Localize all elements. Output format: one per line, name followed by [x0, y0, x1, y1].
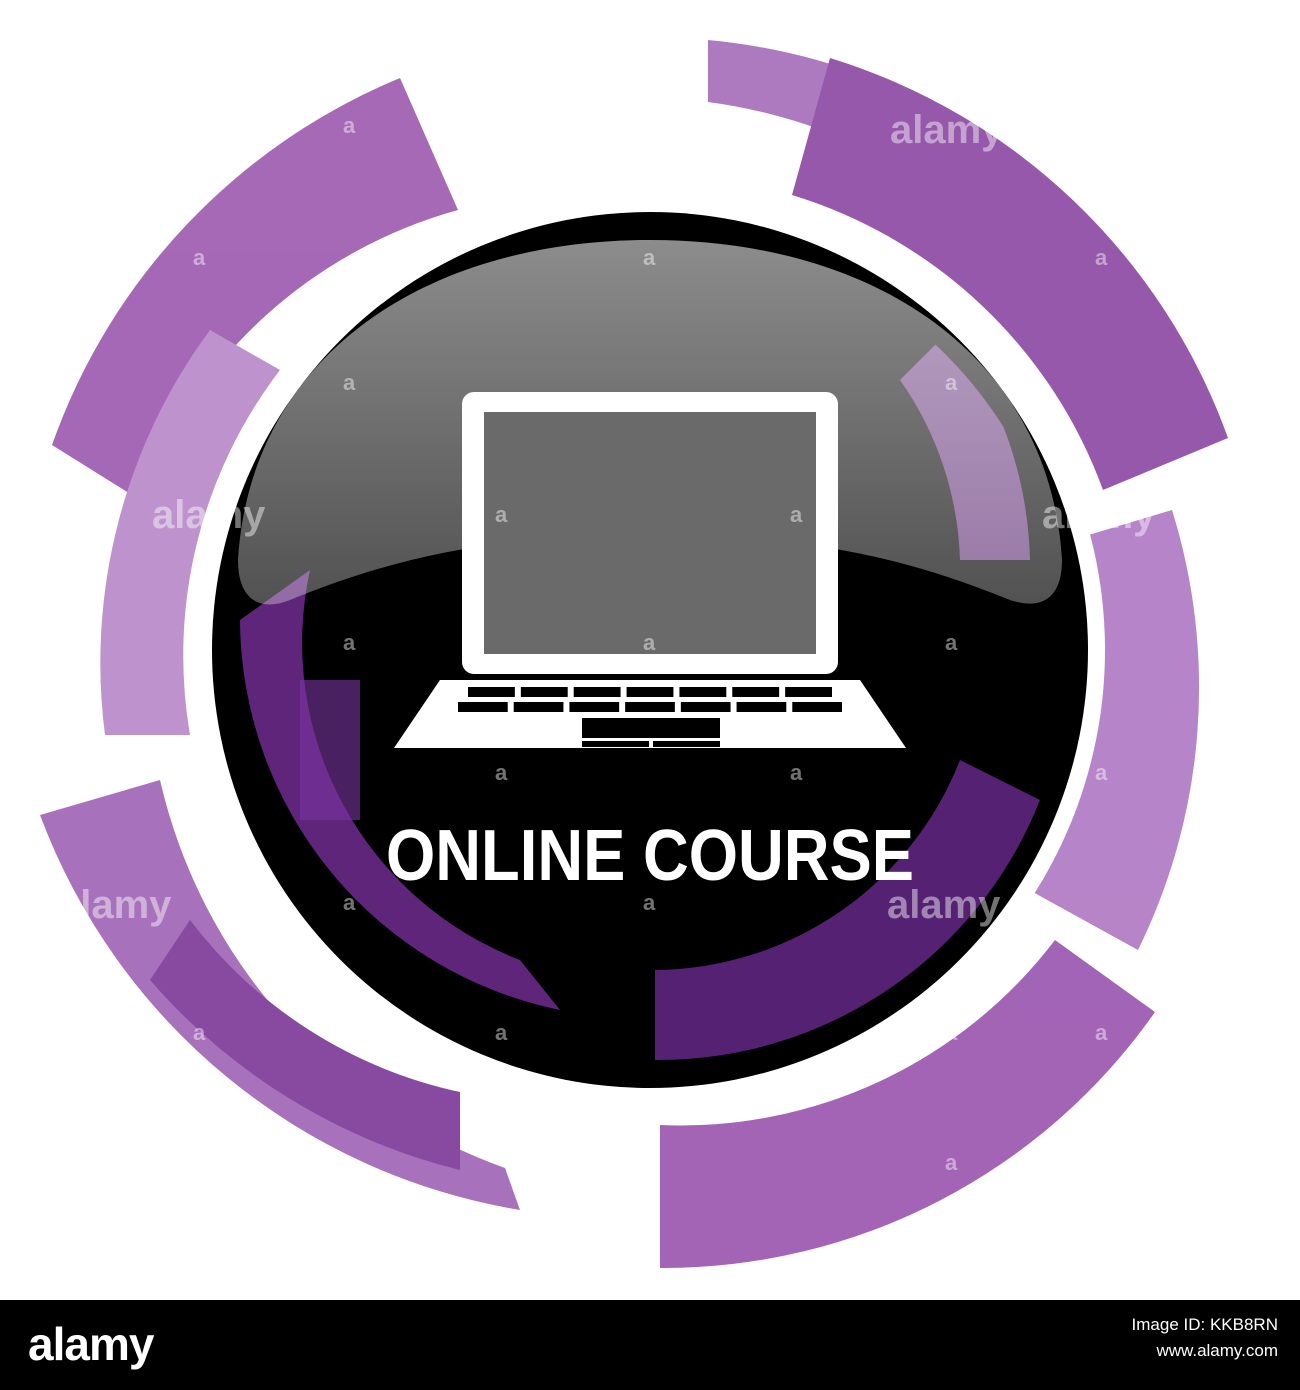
- footer-logo: alamy: [28, 1318, 154, 1370]
- watermark-mark: a: [343, 113, 356, 138]
- watermark-mark: a: [643, 245, 656, 270]
- keyboard-key: [785, 687, 832, 697]
- online-course-button-graphic: ONLINE COURSE alamy alamy alamy alamy al…: [40, 40, 1228, 1269]
- watermark-mark: a: [193, 1020, 206, 1045]
- watermark-mark: a: [495, 760, 508, 785]
- icon-caption: ONLINE COURSE: [386, 816, 914, 896]
- keyboard-key: [458, 702, 508, 712]
- footer-site-url[interactable]: www.alamy.com: [1132, 1338, 1278, 1364]
- footer-image-id: Image ID: KKB8RN: [1131, 1315, 1278, 1334]
- keyboard-key: [625, 702, 675, 712]
- watermark-mark: a: [1095, 1020, 1108, 1045]
- watermark-text: alamy: [58, 883, 172, 927]
- keyboard-key: [792, 702, 842, 712]
- watermark-mark: a: [193, 760, 206, 785]
- keyboard-key: [569, 702, 620, 712]
- watermark-mark: a: [495, 502, 508, 527]
- footer-image-info: Image ID: KKB8RN www.alamy.com: [1132, 1312, 1278, 1364]
- watermark-text: alamy: [1042, 493, 1156, 537]
- watermark-text: alamy: [887, 883, 1001, 927]
- watermark-mark: a: [193, 245, 206, 270]
- watermark-mark: a: [1095, 760, 1108, 785]
- stock-footer-bar: alamy Image ID: KKB8RN www.alamy.com: [0, 1300, 1300, 1390]
- keyboard-key: [732, 687, 780, 697]
- watermark-mark: a: [790, 760, 803, 785]
- watermark-mark: a: [343, 630, 356, 655]
- keyboard-key: [736, 702, 787, 712]
- keyboard-key: [513, 702, 564, 712]
- watermark-mark: a: [343, 1150, 356, 1175]
- keyboard-key: [679, 687, 727, 697]
- watermark-mark: a: [643, 1150, 656, 1175]
- keyboard-key: [680, 702, 731, 712]
- stock-image: ONLINE COURSE alamy alamy alamy alamy al…: [0, 0, 1300, 1300]
- watermark-mark: a: [643, 630, 656, 655]
- watermark-mark: a: [495, 1020, 508, 1045]
- keyboard-key: [573, 687, 621, 697]
- watermark-mark: a: [1095, 245, 1108, 270]
- watermark-mark: a: [343, 370, 356, 395]
- keyboard-key: [468, 687, 515, 697]
- watermark-mark: a: [343, 890, 356, 915]
- watermark-mark: a: [945, 1020, 958, 1045]
- laptop-icon: [394, 392, 906, 748]
- watermark-text: alamy: [152, 493, 266, 537]
- watermark-text: alamy: [890, 108, 1004, 152]
- watermark-mark: a: [790, 502, 803, 527]
- watermark-mark: a: [643, 890, 656, 915]
- watermark-mark: a: [945, 1150, 958, 1175]
- watermark-mark: a: [945, 370, 958, 395]
- keyboard-key: [626, 687, 674, 697]
- keyboard-key: [520, 687, 568, 697]
- watermark-mark: a: [945, 630, 958, 655]
